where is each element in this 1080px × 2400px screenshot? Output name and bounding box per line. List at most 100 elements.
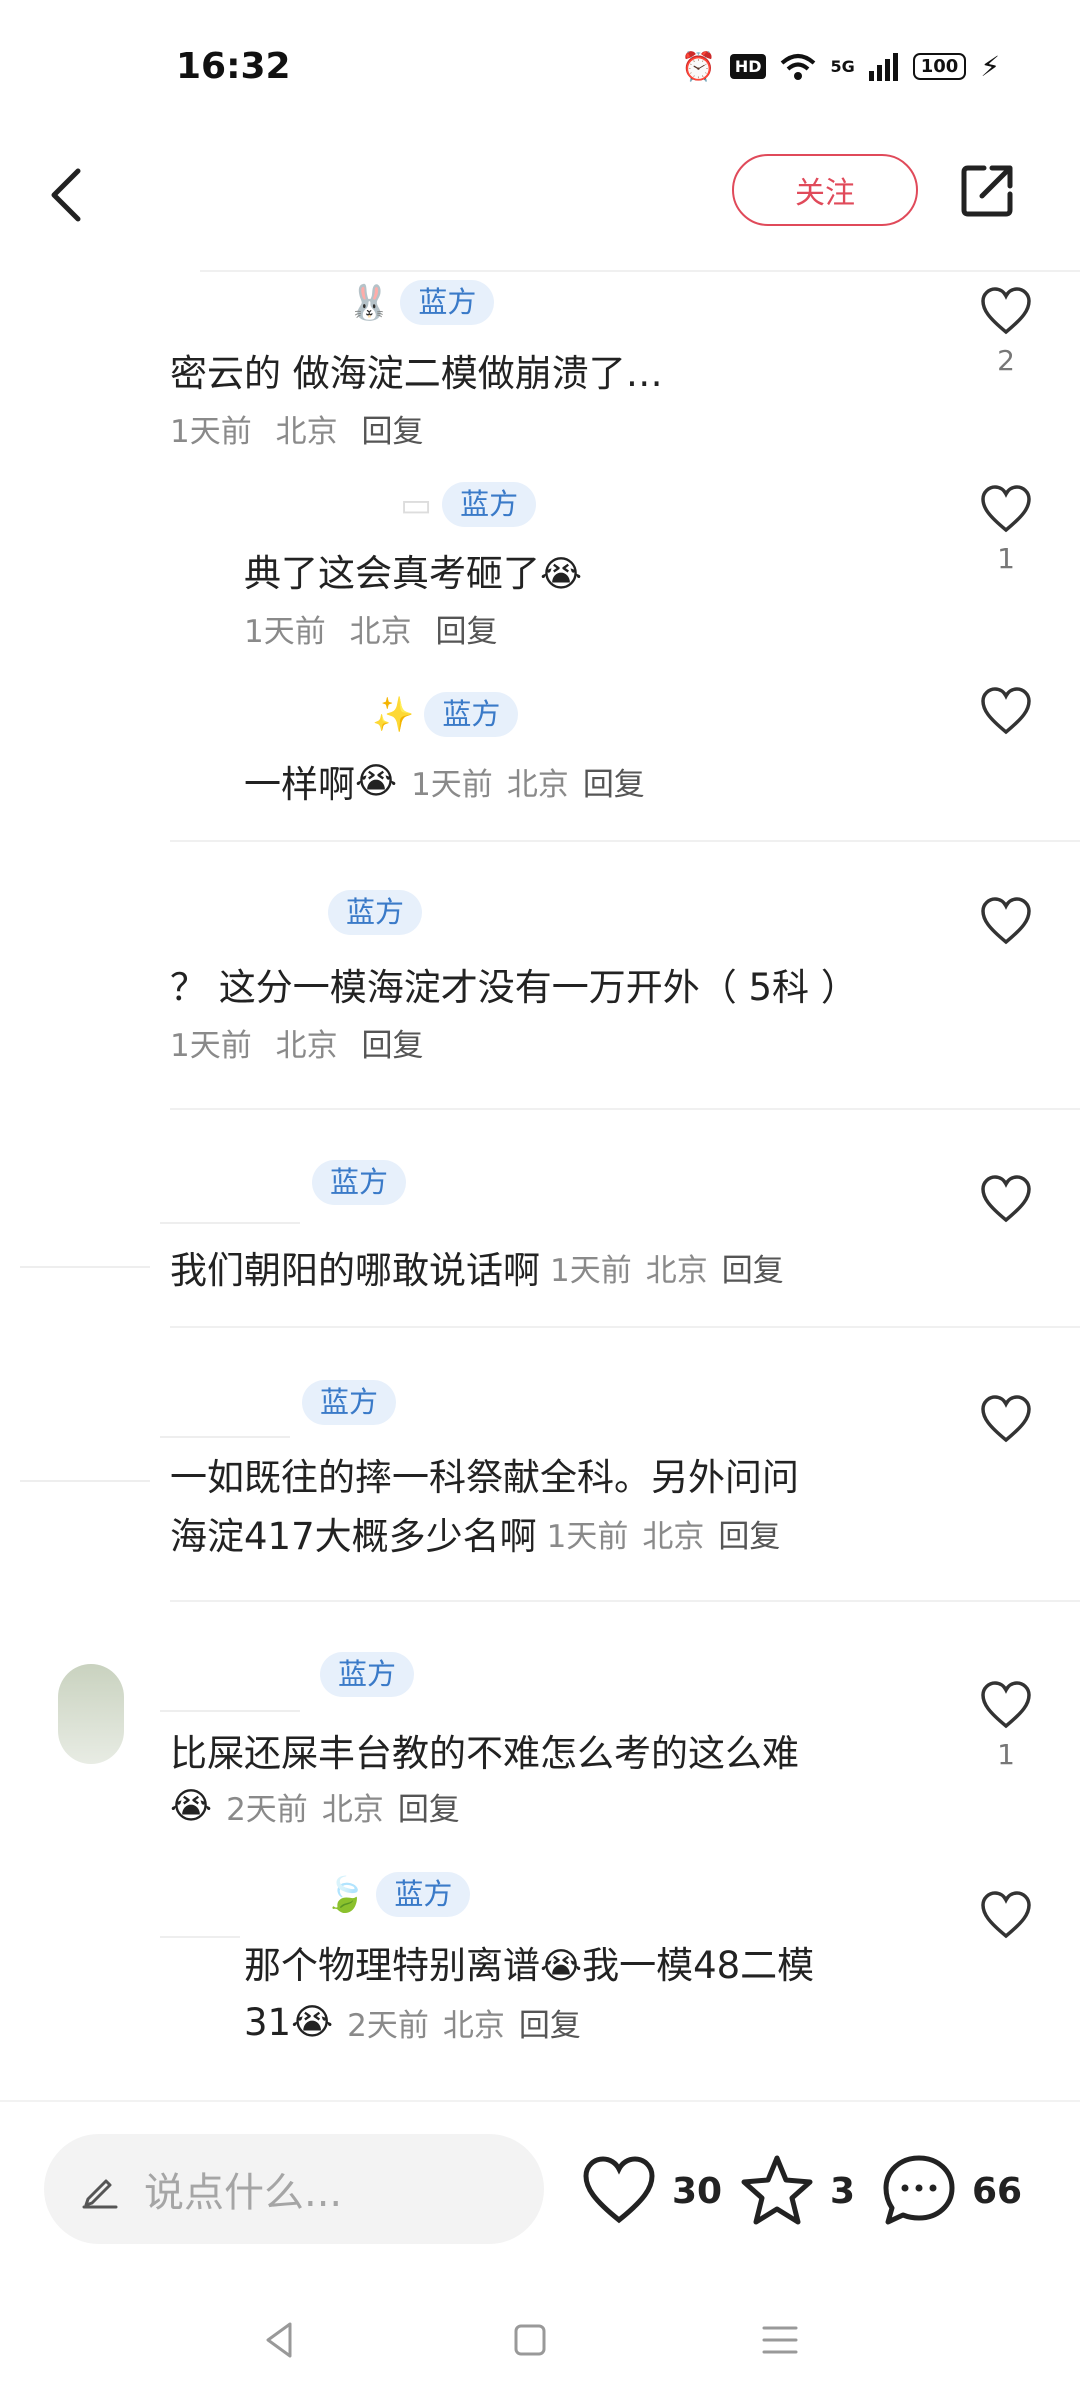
- reply-button[interactable]: 回复: [583, 759, 645, 804]
- comment-location: 北京: [645, 1252, 708, 1289]
- comment-text[interactable]: 那个物理特别离谱😭我一模48二模: [244, 1938, 814, 1995]
- favorite-button[interactable]: 3: [738, 2152, 855, 2230]
- nav-back-icon[interactable]: [250, 2310, 310, 2370]
- comment-bubble-icon: [883, 2155, 955, 2225]
- status-time: 16:32: [176, 46, 291, 87]
- favorite-count: 3: [830, 2170, 856, 2212]
- back-arrow-icon: [51, 168, 81, 222]
- team-tag: 蓝方: [328, 890, 423, 935]
- comment-time: 1天前: [411, 766, 493, 803]
- comment-author-row[interactable]: 🍃 蓝方: [324, 1872, 471, 1917]
- comment-text[interactable]: ？ 这分一模海淀才没有一万开外（ 5科 ）: [170, 960, 858, 1016]
- comment-text[interactable]: 我们朝阳的哪敢说话啊: [170, 1240, 540, 1294]
- comment-text[interactable]: 一样啊: [244, 754, 355, 808]
- like-button[interactable]: 2: [966, 286, 1046, 377]
- author-name-placeholder: [160, 1436, 290, 1438]
- status-icons: ⏰ HD 5G 100 ⚡: [681, 50, 1000, 83]
- like-button[interactable]: 1: [966, 1680, 1046, 1771]
- like-button[interactable]: 1: [966, 484, 1046, 575]
- comment-time: 1天前: [170, 414, 252, 450]
- reply-button[interactable]: 回复: [361, 414, 423, 450]
- like-count: 1: [997, 1738, 1015, 1771]
- comment-body-row: 😭 2天前 北京 回复: [170, 1784, 460, 1829]
- comment-input-placeholder: 说点什么...: [144, 2170, 343, 2216]
- heart-icon: [583, 2156, 655, 2224]
- like-button[interactable]: [966, 1394, 1046, 1444]
- comment-input[interactable]: 说点什么...: [44, 2134, 544, 2244]
- comment-divider: [170, 840, 1080, 842]
- crying-emoji: 😭: [291, 2002, 334, 2043]
- follow-button[interactable]: 关注: [732, 154, 918, 226]
- comment-meta: 1天前 北京 回复: [170, 406, 423, 451]
- team-tag: 蓝方: [312, 1160, 407, 1205]
- comment-text[interactable]: 密云的 做海淀二模做崩溃了…: [170, 346, 663, 402]
- bottom-action-bar: 说点什么... 30 3 66: [0, 2100, 1080, 2244]
- comment-meta: 1天前 北京 回复: [170, 1020, 423, 1065]
- comment-time: 1天前: [550, 1252, 632, 1289]
- heart-icon: [981, 1681, 1031, 1729]
- comment-location: 北京: [275, 414, 338, 450]
- comment-time: 2天前: [226, 1792, 308, 1828]
- comment-reply-item: ▭ 蓝方 典了这会真考砸了😭 1天前 北京 回复 1: [0, 470, 1080, 650]
- comment-author-row[interactable]: ▭ 蓝方: [400, 482, 537, 527]
- like-button[interactable]: [966, 686, 1046, 736]
- comment-text[interactable]: 比屎还屎丰台教的不难怎么考的这么难: [170, 1726, 799, 1782]
- comment-author-row[interactable]: 蓝方: [320, 1652, 415, 1697]
- comment-author-row[interactable]: 🐰 蓝方: [348, 280, 495, 325]
- network-type: 5G: [830, 57, 855, 76]
- heart-icon: [981, 1175, 1031, 1223]
- reply-button[interactable]: 回复: [722, 1245, 784, 1290]
- reply-button[interactable]: 回复: [435, 614, 497, 650]
- back-button[interactable]: [36, 160, 96, 230]
- team-tag: 蓝方: [400, 280, 495, 325]
- nav-menu-icon[interactable]: [750, 2310, 810, 2370]
- comment-button[interactable]: 66: [880, 2152, 1022, 2230]
- wifi-icon: [781, 53, 816, 80]
- comment-item: 🐰 蓝方 密云的 做海淀二模做崩溃了… 1天前 北京 回复 2: [0, 270, 1080, 450]
- like-post-button[interactable]: 30: [580, 2152, 722, 2230]
- comment-author-row[interactable]: 蓝方: [302, 1380, 397, 1425]
- reply-button[interactable]: 回复: [398, 1784, 460, 1829]
- signal-icon: [868, 52, 898, 81]
- comment-text[interactable]: 典了这会真考砸了😭: [244, 546, 582, 603]
- status-bar: 16:32 ⏰ HD 5G 100 ⚡: [0, 0, 1080, 130]
- alarm-icon: ⏰: [680, 50, 716, 83]
- share-button[interactable]: [958, 162, 1016, 220]
- comment-location: 北京: [442, 2008, 505, 2044]
- reply-button[interactable]: 回复: [718, 1511, 780, 1556]
- team-tag: 蓝方: [302, 1380, 397, 1425]
- comment-item: 蓝方 ？ 这分一模海淀才没有一万开外（ 5科 ） 1天前 北京 回复: [0, 880, 1080, 1080]
- comment-text-body: 典了这会真考砸了: [244, 552, 540, 595]
- nav-home-icon[interactable]: [500, 2310, 560, 2370]
- reply-button[interactable]: 回复: [361, 1028, 423, 1064]
- comment-author-row[interactable]: ✨ 蓝方: [372, 692, 519, 737]
- comment-author-row[interactable]: 蓝方: [312, 1160, 407, 1205]
- comment-author-row[interactable]: 蓝方: [328, 890, 423, 935]
- comment-body-row: 海淀417大概多少名啊 1天前 北京 回复: [170, 1506, 780, 1560]
- avatar-placeholder: [20, 1480, 150, 1482]
- comment-divider: [170, 1326, 1080, 1328]
- pen-icon: [82, 2179, 118, 2209]
- author-decoration: ▭: [400, 484, 433, 525]
- comment-text-part2: 我一模48二模: [582, 1944, 815, 1987]
- comment-reply-item: ✨ 蓝方 一样啊 😭 1天前 北京 回复: [0, 670, 1080, 820]
- team-tag: 蓝方: [320, 1652, 415, 1697]
- comment-text-line2[interactable]: 31: [244, 2001, 291, 2044]
- comment-divider: [170, 1600, 1080, 1602]
- star-icon: [741, 2155, 813, 2225]
- comment-text-line2[interactable]: 海淀417大概多少名啊: [170, 1506, 537, 1560]
- heart-icon: [981, 687, 1031, 735]
- like-button[interactable]: [966, 1890, 1046, 1940]
- comment-body-row: 我们朝阳的哪敢说话啊 1天前 北京 回复: [170, 1240, 784, 1294]
- heart-icon: [981, 897, 1031, 945]
- author-name-placeholder: [160, 1710, 300, 1712]
- like-button[interactable]: [966, 1174, 1046, 1224]
- heart-icon: [981, 1891, 1031, 1939]
- like-button[interactable]: [966, 896, 1046, 946]
- reply-button[interactable]: 回复: [519, 2000, 581, 2045]
- comment-time: 2天前: [347, 2008, 429, 2044]
- heart-icon: [981, 1395, 1031, 1443]
- comment-text[interactable]: 一如既往的摔一科祭献全科。另外问问: [170, 1450, 799, 1506]
- like-count: 2: [997, 344, 1015, 377]
- like-count: 1: [997, 542, 1015, 575]
